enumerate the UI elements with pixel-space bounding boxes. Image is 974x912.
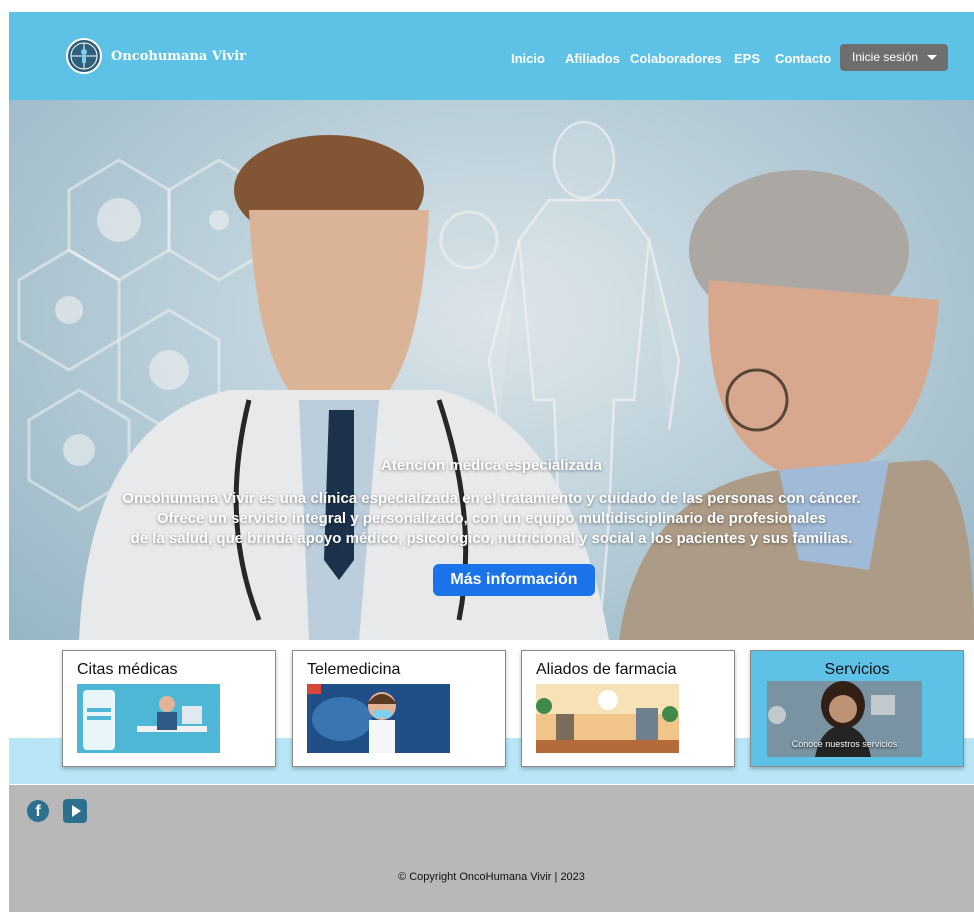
footer: f © Copyright OncoHumana Vivir | 2023: [9, 785, 974, 912]
hero-image: [9, 100, 974, 640]
card-title: Citas médicas: [77, 661, 178, 678]
navbar: Oncohumana Vivir Inicio Afiliados Colabo…: [9, 12, 974, 100]
facebook-icon[interactable]: f: [27, 800, 49, 822]
hero-section: Atención médica especializada Oncohumana…: [9, 100, 974, 640]
caret-down-icon: [927, 55, 937, 60]
copyright-text: © Copyright OncoHumana Vivir | 2023: [398, 871, 585, 883]
login-label: Inicie sesión: [852, 50, 919, 64]
card-image: [307, 684, 450, 753]
card-title: Aliados de farmacia: [536, 661, 677, 678]
nav-link-contacto[interactable]: Contacto: [775, 51, 831, 66]
card-citas-medicas[interactable]: Citas médicas: [62, 650, 276, 767]
more-info-button[interactable]: Más información: [433, 564, 595, 596]
card-title: Telemedicina: [307, 661, 401, 678]
card-servicios[interactable]: Servicios Conoce nuestros servicios: [750, 650, 964, 767]
nav-link-colaboradores[interactable]: Colaboradores: [630, 51, 722, 66]
hero-description-line: Oncohumana Vivir es una clínica especial…: [122, 490, 861, 507]
card-title: Servicios: [824, 661, 890, 678]
hero-title: Atención médica especializada: [381, 457, 602, 474]
youtube-icon[interactable]: [63, 799, 87, 823]
hero-description-line: de la salud, que brinda apoyo médico, ps…: [130, 530, 853, 547]
card-image: [77, 684, 220, 753]
nav-link-eps[interactable]: EPS: [734, 51, 760, 66]
brand-name[interactable]: Oncohumana Vivir: [111, 49, 246, 64]
card-image: Conoce nuestros servicios: [767, 681, 922, 757]
nav-link-inicio[interactable]: Inicio: [511, 51, 545, 66]
card-telemedicina[interactable]: Telemedicina: [292, 650, 506, 767]
logo-icon[interactable]: [66, 38, 102, 74]
hero-description-line: Ofrece un servicio integral y personaliz…: [156, 510, 827, 527]
hero-description: Oncohumana Vivir es una clínica especial…: [9, 489, 974, 549]
card-aliados-farmacia[interactable]: Aliados de farmacia: [521, 650, 735, 767]
card-image: [536, 684, 679, 753]
card-caption: Conoce nuestros servicios: [791, 739, 898, 749]
login-dropdown-button[interactable]: Inicie sesión: [840, 44, 948, 71]
nav-link-afiliados[interactable]: Afiliados: [565, 51, 620, 66]
